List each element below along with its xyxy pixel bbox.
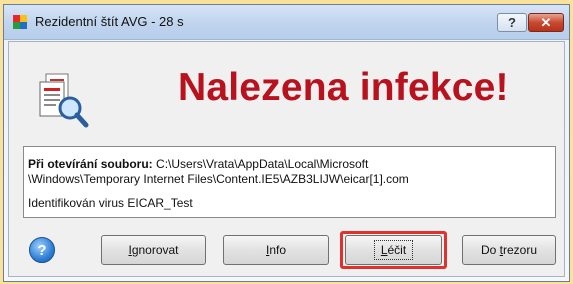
infection-headline: Nalezena infekce! [178,66,509,109]
avg-logo-icon [13,15,27,29]
window-title: Rezidentní štít AVG - 28 s [35,14,184,29]
file-path-part2: \Windows\Temporary Internet Files\Conten… [28,172,409,186]
info-button[interactable]: Info [223,235,329,265]
info-label: nfo [269,243,287,257]
move-to-vault-button[interactable]: Do trezoru [462,235,556,265]
help-icon[interactable]: ? [29,237,55,263]
alert-window: Rezidentní štít AVG - 28 s ? ✕ Nalezena … [3,4,570,282]
detection-info-box: Při otevírání souboru: C:\Users\Vrata\Ap… [23,146,556,218]
titlebar-close-button[interactable]: ✕ [528,13,564,32]
dialog-body: Nalezena infekce! Při otevírání souboru:… [8,41,565,277]
title-bar[interactable]: Rezidentní štít AVG - 28 s ? ✕ [4,5,569,40]
virus-name: Identifikován virus EICAR_Test [28,196,193,210]
heal-button[interactable]: Léčit [345,235,442,265]
vault-prefix: Do [480,243,500,257]
file-path-line: Při otevírání souboru: C:\Users\Vrata\Ap… [28,156,368,172]
file-path-part1: C:\Users\Vrata\AppData\Local\Microsoft [156,157,369,171]
ignore-label: gnorovat [131,243,179,257]
heal-accel: L [380,243,388,257]
ignore-button[interactable]: Ignorovat [101,235,206,265]
titlebar-help-button[interactable]: ? [497,13,527,32]
vault-label: rezoru [503,243,538,257]
file-open-label: Při otevírání souboru: [28,157,153,171]
infected-document-icon [39,73,89,128]
heal-label: éčit [387,243,407,257]
